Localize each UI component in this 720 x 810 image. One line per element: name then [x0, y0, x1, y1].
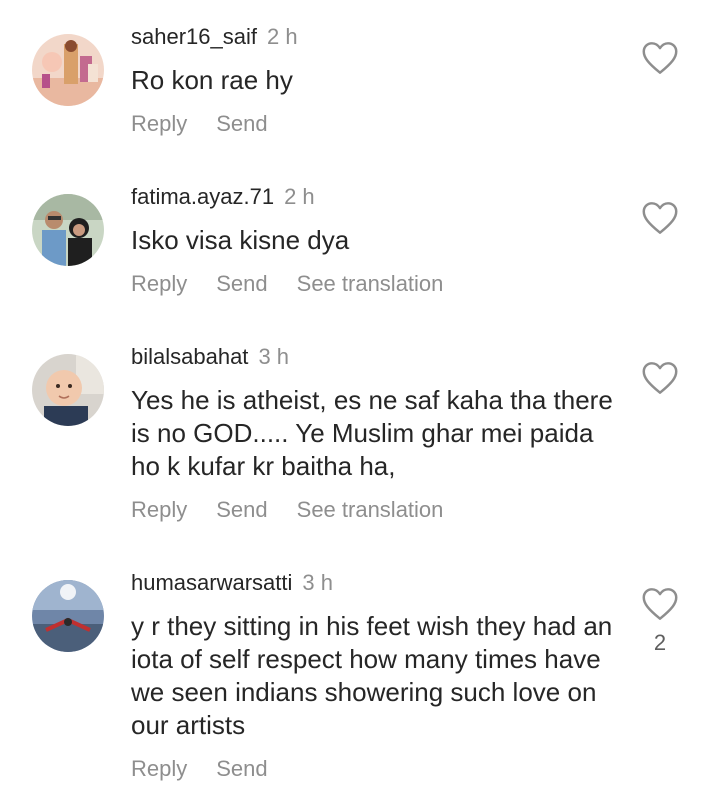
- like-button[interactable]: [641, 201, 679, 235]
- avatar[interactable]: [32, 34, 104, 106]
- send-button[interactable]: Send: [216, 111, 267, 136]
- comment-time: 3 h: [302, 570, 333, 595]
- like-button[interactable]: [641, 361, 679, 395]
- avatar[interactable]: [32, 194, 104, 266]
- avatar[interactable]: [32, 580, 104, 652]
- send-button[interactable]: Send: [216, 497, 267, 522]
- comment-text: Yes he is atheist, es ne saf kaha tha th…: [131, 385, 613, 481]
- like-button[interactable]: [641, 41, 679, 75]
- comment-time: 3 h: [258, 344, 290, 369]
- send-button[interactable]: Send: [216, 271, 267, 296]
- comment-actions: Reply Send: [131, 111, 297, 137]
- comment-header: bilalsabahat 3 h: [131, 344, 289, 370]
- heart-outline-icon: [642, 588, 678, 620]
- reply-button[interactable]: Reply: [131, 497, 187, 522]
- heart-outline-icon: [642, 202, 678, 234]
- reply-button[interactable]: Reply: [131, 756, 187, 781]
- see-translation-button[interactable]: See translation: [297, 271, 444, 296]
- comment-text: y r they sitting in his feet wish they h…: [131, 611, 613, 740]
- like-count: 2: [653, 630, 667, 655]
- comment-text: Ro kon rae hy: [131, 65, 293, 95]
- comment-time: 2 h: [284, 184, 315, 209]
- avatar[interactable]: [32, 354, 104, 426]
- heart-outline-icon: [642, 42, 678, 74]
- send-button[interactable]: Send: [216, 756, 267, 781]
- username[interactable]: bilalsabahat: [131, 344, 248, 369]
- comment-actions: Reply Send See translation: [131, 497, 472, 523]
- comment-header: humasarwarsatti 3 h: [131, 570, 333, 596]
- username[interactable]: saher16_saif: [131, 24, 257, 49]
- comment-header: saher16_saif 2 h: [131, 24, 298, 50]
- comment-actions: Reply Send See translation: [131, 271, 472, 297]
- username[interactable]: humasarwarsatti: [131, 570, 292, 595]
- username[interactable]: fatima.ayaz.71: [131, 184, 274, 209]
- comment-time: 2 h: [266, 24, 298, 49]
- see-translation-button[interactable]: See translation: [297, 497, 444, 522]
- heart-outline-icon: [642, 362, 678, 394]
- comment-header: fatima.ayaz.71 2 h: [131, 184, 315, 210]
- reply-button[interactable]: Reply: [131, 271, 187, 296]
- comment-text: Isko visa kisne dya: [131, 225, 350, 255]
- reply-button[interactable]: Reply: [131, 111, 187, 136]
- like-button[interactable]: [641, 587, 679, 621]
- comment-actions: Reply Send: [131, 756, 297, 782]
